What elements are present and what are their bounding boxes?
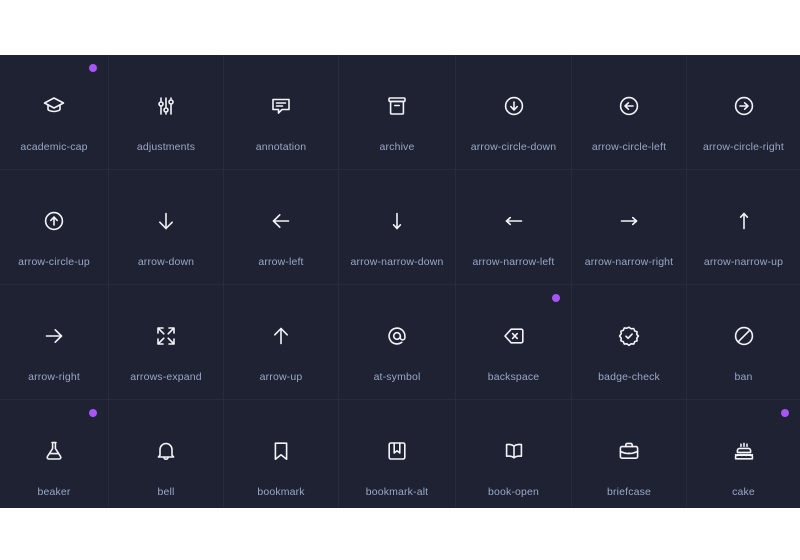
arrow-circle-left-icon [616, 93, 642, 119]
icon-cell-badge-check[interactable]: badge-check [572, 285, 687, 400]
arrow-narrow-down-icon [384, 208, 410, 234]
icon-label: arrow-left [258, 255, 304, 268]
new-indicator-dot [89, 64, 97, 72]
icon-label: at-symbol [373, 370, 421, 383]
icon-cell-arrow-circle-up[interactable]: arrow-circle-up [0, 170, 109, 285]
beaker-icon [41, 438, 67, 464]
icon-label: adjustments [136, 140, 196, 153]
arrow-down-icon [153, 208, 179, 234]
icon-cell-arrow-narrow-up[interactable]: arrow-narrow-up [687, 170, 800, 285]
icon-cell-arrow-narrow-right[interactable]: arrow-narrow-right [572, 170, 687, 285]
cake-icon [731, 438, 757, 464]
archive-icon [384, 93, 410, 119]
icon-label: arrow-circle-left [591, 140, 667, 153]
briefcase-icon [616, 438, 642, 464]
icon-cell-arrow-up[interactable]: arrow-up [224, 285, 339, 400]
icon-label: arrow-up [259, 370, 303, 383]
arrow-narrow-up-icon [731, 208, 757, 234]
bookmark-alt-icon [384, 438, 410, 464]
icon-label: beaker [37, 485, 71, 498]
icon-cell-bookmark-alt[interactable]: bookmark-alt [339, 400, 456, 508]
arrow-left-icon [268, 208, 294, 234]
icon-cell-arrow-narrow-down[interactable]: arrow-narrow-down [339, 170, 456, 285]
icon-grid: academic-cap adjustments annotation archive… [0, 55, 800, 508]
icon-cell-arrow-left[interactable]: arrow-left [224, 170, 339, 285]
icon-label: arrow-circle-down [470, 140, 557, 153]
icon-gallery-page: academic-cap adjustments annotation archive… [0, 0, 800, 560]
bell-icon [153, 438, 179, 464]
icon-cell-arrows-expand[interactable]: arrows-expand [109, 285, 224, 400]
icon-label: arrow-circle-right [703, 140, 784, 153]
arrow-narrow-right-icon [616, 208, 642, 234]
icon-label: briefcase [607, 485, 651, 498]
icon-label: archive [379, 140, 415, 153]
arrow-circle-down-icon [501, 93, 527, 119]
icon-label: arrow-narrow-up [703, 255, 784, 268]
backspace-icon [501, 323, 527, 349]
icon-cell-arrow-circle-left[interactable]: arrow-circle-left [572, 55, 687, 170]
icon-label: badge-check [598, 370, 660, 383]
book-open-icon [501, 438, 527, 464]
icon-label: backspace [487, 370, 540, 383]
icon-label: academic-cap [20, 140, 88, 153]
icon-cell-arrow-circle-down[interactable]: arrow-circle-down [456, 55, 572, 170]
icon-label: arrow-right [28, 370, 80, 383]
icon-cell-at-symbol[interactable]: at-symbol [339, 285, 456, 400]
icon-cell-backspace[interactable]: backspace [456, 285, 572, 400]
arrow-right-icon [41, 323, 67, 349]
icon-cell-annotation[interactable]: annotation [224, 55, 339, 170]
icon-cell-briefcase[interactable]: briefcase [572, 400, 687, 508]
icon-cell-arrow-right[interactable]: arrow-right [0, 285, 109, 400]
badge-check-icon [616, 323, 642, 349]
new-indicator-dot [781, 409, 789, 417]
icon-cell-arrow-circle-right[interactable]: arrow-circle-right [687, 55, 800, 170]
icon-label: ban [734, 370, 753, 383]
icon-cell-cake[interactable]: cake [687, 400, 800, 508]
icon-label: arrow-narrow-left [472, 255, 555, 268]
arrow-circle-right-icon [731, 93, 757, 119]
icon-cell-book-open[interactable]: book-open [456, 400, 572, 508]
icon-label: arrow-narrow-down [350, 255, 444, 268]
icon-cell-archive[interactable]: archive [339, 55, 456, 170]
academic-cap-icon [41, 93, 67, 119]
icon-label: arrow-narrow-right [584, 255, 674, 268]
icon-label: book-open [488, 485, 539, 498]
icon-cell-arrow-down[interactable]: arrow-down [109, 170, 224, 285]
new-indicator-dot [89, 409, 97, 417]
arrow-circle-up-icon [41, 208, 67, 234]
icon-label: arrows-expand [130, 370, 202, 383]
arrow-up-icon [268, 323, 294, 349]
icon-label: bookmark [257, 485, 305, 498]
icon-label: bookmark-alt [365, 485, 429, 498]
icon-cell-arrow-narrow-left[interactable]: arrow-narrow-left [456, 170, 572, 285]
bookmark-icon [268, 438, 294, 464]
icon-cell-ban[interactable]: ban [687, 285, 800, 400]
icon-label: cake [732, 485, 755, 498]
annotation-icon [268, 93, 294, 119]
ban-icon [731, 323, 757, 349]
adjustments-icon [153, 93, 179, 119]
icon-cell-adjustments[interactable]: adjustments [109, 55, 224, 170]
icon-label: arrow-down [137, 255, 195, 268]
icon-cell-bookmark[interactable]: bookmark [224, 400, 339, 508]
icon-label: arrow-circle-up [18, 255, 90, 268]
at-symbol-icon [384, 323, 410, 349]
arrows-expand-icon [153, 323, 179, 349]
icon-cell-bell[interactable]: bell [109, 400, 224, 508]
icon-cell-academic-cap[interactable]: academic-cap [0, 55, 109, 170]
new-indicator-dot [552, 294, 560, 302]
arrow-narrow-left-icon [501, 208, 527, 234]
icon-cell-beaker[interactable]: beaker [0, 400, 109, 508]
icon-label: annotation [255, 140, 307, 153]
icon-label: bell [157, 485, 175, 498]
